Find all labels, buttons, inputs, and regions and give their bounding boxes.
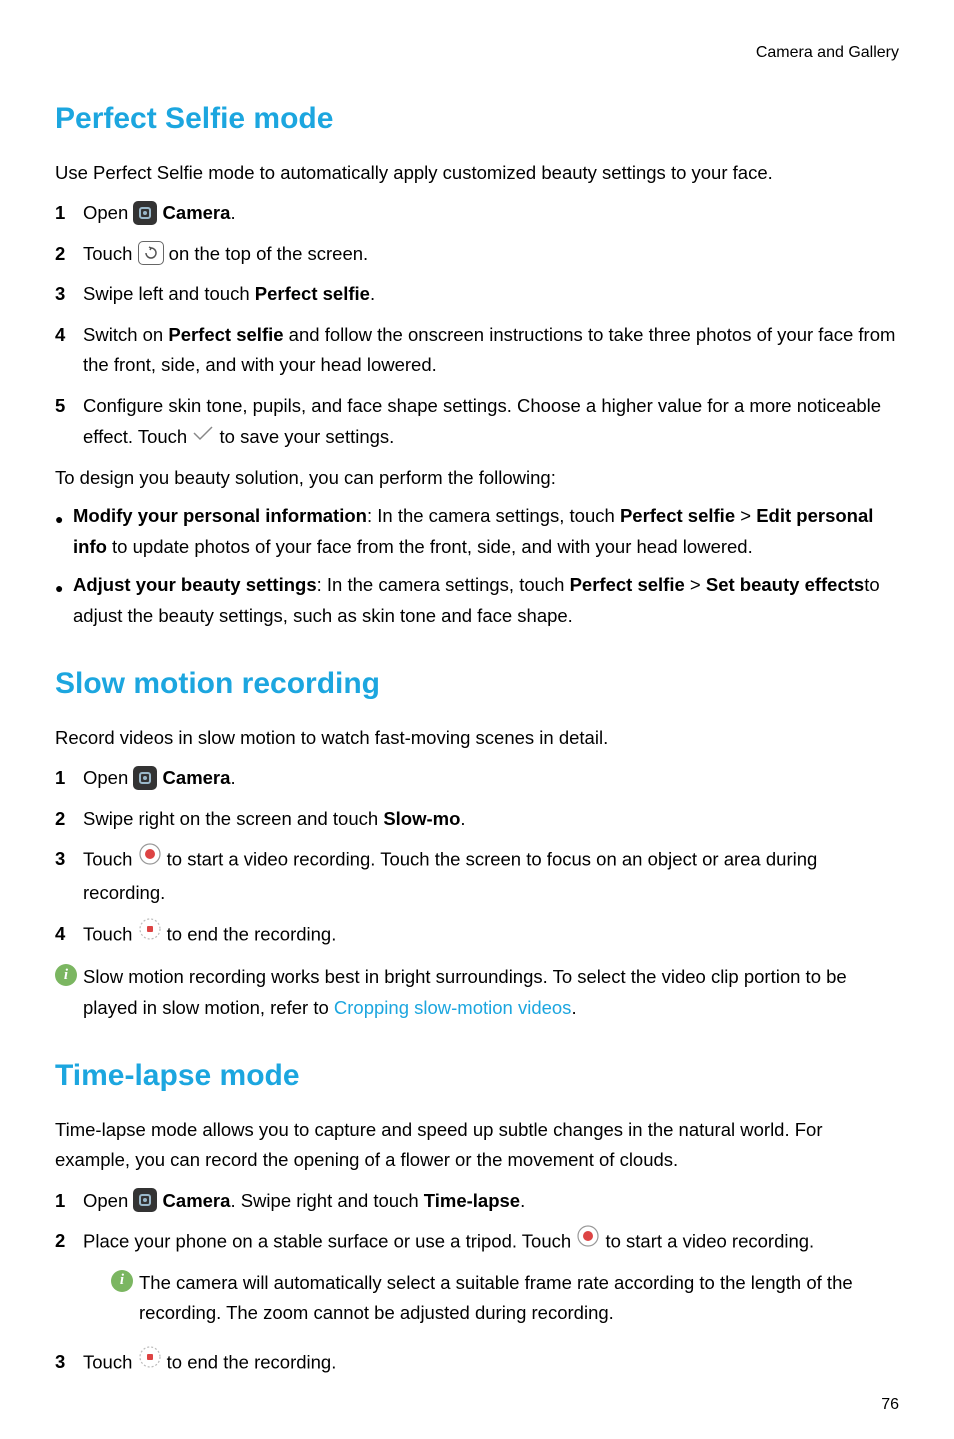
record-icon [138,842,162,876]
step-item: 5 Configure skin tone, pupils, and face … [55,391,899,453]
bullet-text: : In the camera settings, touch [367,505,620,526]
step-number: 2 [55,804,83,835]
section-title-time-lapse: Time-lapse mode [55,1051,899,1101]
bullet-list: ● Modify your personal information: In t… [55,501,899,631]
step-label: Camera [163,1190,231,1211]
step-number: 2 [55,1226,83,1257]
step-text: . [370,283,375,304]
info-note: i Slow motion recording works best in br… [55,962,899,1023]
step-number: 3 [55,844,83,875]
step-label: Camera [163,767,231,788]
bullet-item: ● Modify your personal information: In t… [55,501,899,562]
step-text: Open [83,1190,133,1211]
record-icon [576,1224,600,1258]
step-text: Touch [83,923,138,944]
step-number: 2 [55,239,83,270]
page-header: Camera and Gallery [55,40,899,66]
step-text: Open [83,767,133,788]
step-number: 3 [55,279,83,310]
link-cropping-slowmo[interactable]: Cropping slow-motion videos [334,997,572,1018]
step-item: 4 Touch to end the recording. [55,919,899,953]
step-label: Slow-mo [383,808,460,829]
camera-app-icon [133,766,157,790]
step-text: . Swipe right and touch [230,1190,423,1211]
step-text: Touch [83,1351,138,1372]
step-text: to end the recording. [167,923,337,944]
step-text: Place your phone on a stable surface or … [83,1231,576,1252]
step-text: Touch [83,849,138,870]
step-label: Perfect selfie [255,283,370,304]
step-label: Time-lapse [424,1190,520,1211]
step-number: 3 [55,1347,83,1378]
step-text: to start a video recording. [605,1231,814,1252]
step-number: 4 [55,320,83,351]
info-icon: i [55,964,77,986]
section-title-perfect-selfie: Perfect Selfie mode [55,94,899,144]
camera-app-icon [133,1188,157,1212]
steps-list: 1 Open Camera. 2 Touch on the top of the… [55,198,899,452]
check-icon [192,420,214,451]
bullet-item: ● Adjust your beauty settings: In the ca… [55,570,899,631]
step-item: 4 Switch on Perfect selfie and follow th… [55,320,899,381]
steps-list: 1 Open Camera. 2 Swipe right on the scre… [55,763,899,952]
bullet-dot: ● [55,501,73,531]
step-text: Swipe left and touch [83,283,255,304]
switch-camera-icon [138,241,164,265]
bullet-label: Perfect selfie [570,574,685,595]
step-text: . [460,808,465,829]
section-intro: Record videos in slow motion to watch fa… [55,723,899,754]
step-text: Swipe right on the screen and touch [83,808,383,829]
bullet-dot: ● [55,570,73,600]
stop-icon [138,917,162,951]
bullet-label: Perfect selfie [620,505,735,526]
info-icon: i [111,1270,133,1292]
step-item: 1 Open Camera. [55,198,899,229]
info-note: i The camera will automatically select a… [83,1268,899,1329]
step-item: 3 Swipe left and touch Perfect selfie. [55,279,899,310]
step-item: 2 Swipe right on the screen and touch Sl… [55,804,899,835]
bullet-text: > [735,505,756,526]
camera-app-icon [133,201,157,225]
section-title-slow-motion: Slow motion recording [55,659,899,709]
step-text: Touch [83,243,138,264]
step-text: . [230,767,235,788]
body-text: To design you beauty solution, you can p… [55,463,899,494]
step-label: Perfect selfie [168,324,283,345]
bullet-label: Set beauty effects [706,574,864,595]
step-item: 2 Touch on the top of the screen. [55,239,899,270]
step-number: 1 [55,198,83,229]
bullet-text: > [685,574,706,595]
step-number: 1 [55,1186,83,1217]
step-text: . [520,1190,525,1211]
step-item: 1 Open Camera. [55,763,899,794]
step-item: 3 Touch to end the recording. [55,1347,899,1381]
step-text: . [230,202,235,223]
step-item: 2 Place your phone on a stable surface o… [55,1226,899,1337]
bullet-text: : In the camera settings, touch [317,574,570,595]
bullet-label: Modify your personal information [73,505,367,526]
note-text: The camera will automatically select a s… [139,1268,899,1329]
section-intro: Use Perfect Selfie mode to automatically… [55,158,899,189]
step-text: Open [83,202,133,223]
step-text: on the top of the screen. [169,243,369,264]
step-number: 4 [55,919,83,950]
steps-list: 1 Open Camera. Swipe right and touch Tim… [55,1186,899,1381]
step-number: 1 [55,763,83,794]
page-number: 76 [55,1392,899,1418]
step-text: to save your settings. [220,426,395,447]
step-label: Camera [163,202,231,223]
step-item: 3 Touch to start a video recording. Touc… [55,844,899,908]
step-text: Switch on [83,324,168,345]
step-number: 5 [55,391,83,422]
bullet-label: Adjust your beauty settings [73,574,317,595]
section-intro: Time-lapse mode allows you to capture an… [55,1115,899,1176]
note-text: . [571,997,576,1018]
step-text: to end the recording. [167,1351,337,1372]
step-item: 1 Open Camera. Swipe right and touch Tim… [55,1186,899,1217]
step-text: to start a video recording. Touch the sc… [83,849,817,903]
bullet-text: to update photos of your face from the f… [107,536,753,557]
